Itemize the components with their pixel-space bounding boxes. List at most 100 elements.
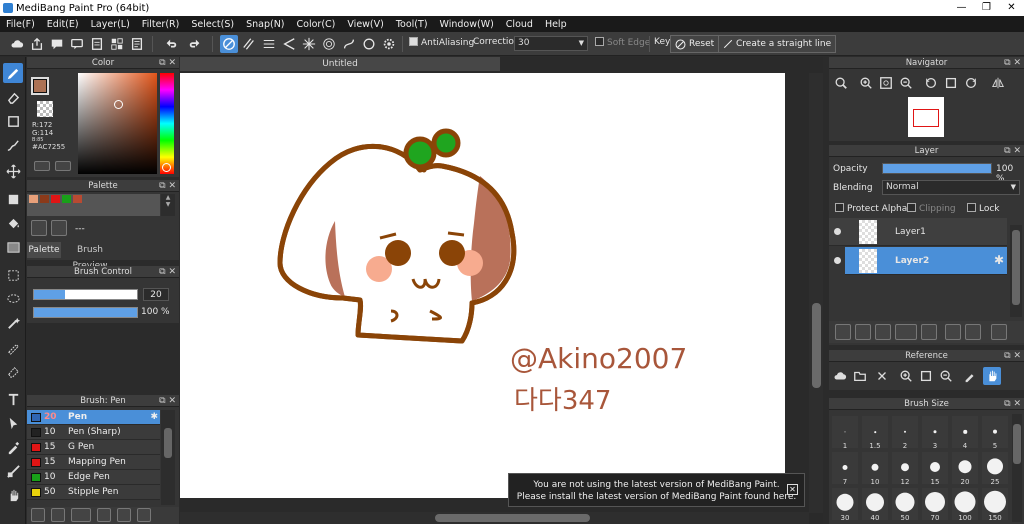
reset-button[interactable]: Reset [670, 35, 720, 53]
zoom-in-icon[interactable] [857, 74, 875, 92]
brush-list-scrollbar[interactable] [161, 410, 175, 505]
curve-snap-icon[interactable] [340, 35, 358, 53]
menu-color[interactable]: Color(C) [297, 19, 336, 30]
hand-tool-icon[interactable] [3, 485, 23, 505]
new-8bit-layer-icon[interactable] [875, 324, 891, 340]
menu-select[interactable]: Select(S) [191, 19, 234, 30]
cloud-icon[interactable] [831, 367, 849, 385]
layer-row-selected[interactable]: Layer2 ✱ [845, 247, 1007, 275]
brush-item-g-pen[interactable]: 15 G Pen [27, 440, 160, 455]
saturation-value-picker[interactable] [78, 73, 157, 174]
brush-item-pen-sharp[interactable]: 10 Pen (Sharp) [27, 425, 160, 440]
brush-size-option[interactable]: 15 [922, 452, 948, 486]
blending-select[interactable]: Normal ▼ [882, 180, 1020, 195]
new-halftone-layer-icon[interactable] [855, 324, 871, 340]
hand-icon[interactable] [983, 367, 1001, 385]
canvas-horizontal-scrollbar[interactable] [180, 512, 809, 524]
hue-cursor[interactable] [162, 163, 171, 172]
canvas-horizontal-scroll-thumb[interactable] [435, 514, 590, 522]
brush-size-option[interactable]: 30 [832, 488, 858, 522]
palette-swatch[interactable] [62, 195, 71, 203]
duplicate-layer-icon[interactable] [945, 324, 961, 340]
tab-brush-preview[interactable]: Brush Preview [61, 242, 119, 271]
snap-settings-icon[interactable] [380, 35, 398, 53]
brush-item-mapping-pen[interactable]: 15 Mapping Pen [27, 455, 160, 470]
brush-size-option[interactable]: 2 [892, 416, 918, 450]
menu-file[interactable]: File(F) [6, 19, 35, 30]
panel-close-icon[interactable]: ⧉ ✕ [1004, 398, 1021, 410]
clipping-checkbox[interactable]: Clipping [907, 203, 956, 214]
panel-close-icon[interactable]: ⧉ ✕ [1004, 145, 1021, 157]
brush-size-slider[interactable] [33, 289, 138, 300]
eye-icon[interactable] [834, 257, 841, 264]
magic-wand-tool-icon[interactable] [3, 313, 23, 333]
folder-icon[interactable] [921, 324, 937, 340]
palette-swatch[interactable] [29, 195, 38, 203]
canvas-vertical-scrollbar[interactable] [809, 73, 823, 513]
merge-down-icon[interactable] [965, 324, 981, 340]
vanishing-point-icon[interactable] [280, 35, 298, 53]
brush-size-option[interactable]: 5 [982, 416, 1008, 450]
operation-tool-icon[interactable] [3, 413, 23, 433]
panel-close-icon[interactable]: ⧉ ✕ [1004, 57, 1021, 69]
canvas-vertical-scroll-thumb[interactable] [812, 303, 821, 388]
add-brush-icon[interactable] [71, 508, 91, 522]
palette-swatch[interactable] [40, 195, 49, 203]
color-history-button[interactable] [34, 161, 50, 171]
new-palette-item-icon[interactable] [31, 220, 47, 236]
redo-icon[interactable] [186, 35, 204, 53]
lasso-tool-icon[interactable] [3, 289, 23, 309]
select-eraser-tool-icon[interactable] [3, 361, 23, 381]
close-icon[interactable] [873, 367, 891, 385]
close-icon[interactable]: ✕ [787, 484, 798, 495]
divide-tool-icon[interactable] [3, 461, 23, 481]
layer-row[interactable]: Layer1 [829, 218, 1007, 246]
palette-swatch[interactable] [73, 195, 82, 203]
menu-cloud[interactable]: Cloud [506, 19, 533, 30]
rotate-right-icon[interactable] [962, 74, 980, 92]
zoom-in-icon[interactable] [897, 367, 915, 385]
gear-icon[interactable]: ✱ [994, 253, 1004, 267]
rectangle-tool-icon[interactable] [3, 111, 23, 131]
correction-select[interactable]: 30 ▼ [514, 36, 588, 51]
menu-edit[interactable]: Edit(E) [47, 19, 79, 30]
layer-opacity-slider[interactable] [882, 163, 992, 174]
cross-snap-icon[interactable] [260, 35, 278, 53]
brush-size-option[interactable]: 3 [922, 416, 948, 450]
document-tab[interactable]: Untitled [180, 57, 500, 71]
brush-size-option[interactable]: 12 [892, 452, 918, 486]
circle-snap-icon[interactable] [360, 35, 378, 53]
menu-layer[interactable]: Layer(L) [91, 19, 130, 30]
brush-size-option[interactable]: 20 [952, 452, 978, 486]
new-layer-icon[interactable] [835, 324, 851, 340]
eyedropper-icon[interactable] [961, 367, 979, 385]
trash-icon[interactable] [991, 324, 1007, 340]
undo-icon[interactable] [162, 35, 180, 53]
antialiasing-checkbox[interactable]: AntiAliasing [409, 37, 474, 48]
brush-size-option[interactable]: 4 [952, 416, 978, 450]
zoom-out-icon[interactable] [897, 74, 915, 92]
panels-icon[interactable] [108, 35, 126, 53]
page-icon[interactable] [88, 35, 106, 53]
color-picker-cursor[interactable] [114, 100, 123, 109]
cloud-icon[interactable] [8, 35, 26, 53]
brush-size-option[interactable]: 7 [832, 452, 858, 486]
brush-size-value[interactable]: 20 [143, 288, 169, 301]
fit-screen-icon[interactable] [942, 74, 960, 92]
text-tool-icon[interactable] [3, 389, 23, 409]
share-icon[interactable] [28, 35, 46, 53]
gradient-tool-icon[interactable] [3, 237, 23, 257]
folder-icon[interactable] [117, 508, 131, 522]
minimize-button[interactable]: — [949, 0, 974, 16]
lock-checkbox[interactable]: Lock [967, 203, 1000, 214]
duplicate-icon[interactable] [137, 508, 151, 522]
palette-swatch[interactable] [51, 195, 60, 203]
eye-icon[interactable] [834, 228, 841, 235]
menu-view[interactable]: View(V) [347, 19, 383, 30]
brush-size-option[interactable]: 1 [832, 416, 858, 450]
brush-tool-icon[interactable] [3, 63, 23, 83]
add-layer-dropdown-icon[interactable] [895, 324, 917, 340]
flip-icon[interactable] [989, 74, 1007, 92]
maximize-button[interactable]: ❐ [974, 0, 999, 16]
brush-size-option[interactable]: 50 [892, 488, 918, 522]
